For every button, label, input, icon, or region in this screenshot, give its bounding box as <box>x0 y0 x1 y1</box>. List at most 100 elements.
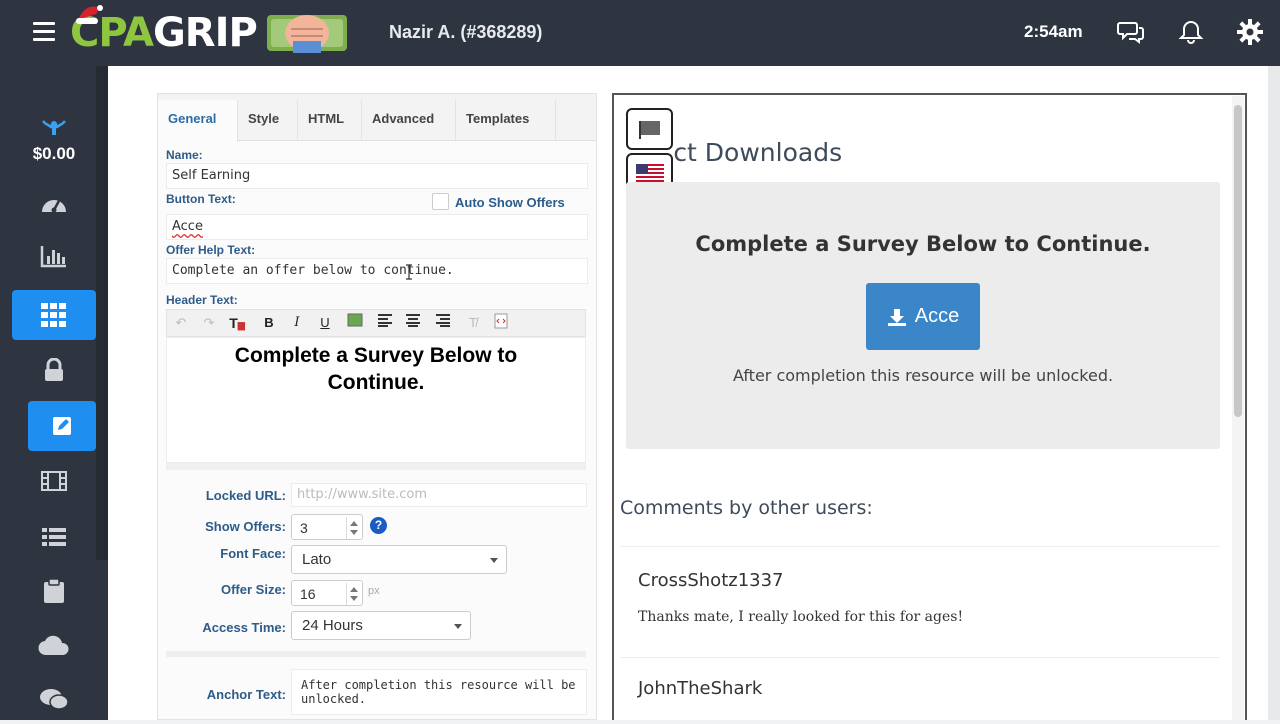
flag-global-button[interactable] <box>626 108 673 150</box>
chat-icon[interactable] <box>1117 18 1145 46</box>
user-name[interactable]: Nazir A. (#368289) <box>389 22 542 43</box>
italic-icon[interactable]: I <box>287 313 307 333</box>
access-time-label: Access Time: <box>202 620 286 635</box>
align-left-icon[interactable] <box>375 313 395 333</box>
grid-icon <box>41 303 66 327</box>
us-flag-icon <box>635 164 664 184</box>
access-time-select[interactable]: 24 Hours <box>291 611 471 640</box>
clipboard-icon <box>44 578 64 603</box>
sidebar-item-cloud[interactable] <box>12 620 96 670</box>
dashboard-icon <box>42 198 66 213</box>
editor-resize-bar[interactable] <box>166 463 586 470</box>
sidebar-item-tools[interactable] <box>12 290 96 340</box>
sidebar-item-lockers[interactable] <box>12 345 96 395</box>
header-text-label: Header Text: <box>166 293 238 307</box>
locked-url-input[interactable]: http://www.site.com <box>291 483 587 507</box>
anchor-text-label: Anchor Text: <box>206 687 286 702</box>
tab-html[interactable]: HTML <box>298 100 362 141</box>
button-text-label: Button Text: <box>166 192 236 206</box>
access-time-value: 24 Hours <box>302 617 363 634</box>
unlock-button[interactable]: Acce <box>866 283 980 350</box>
underline-icon[interactable]: U <box>315 313 335 333</box>
sidebar-item-clipboard[interactable] <box>12 566 96 616</box>
spinner-arrows-icon[interactable] <box>346 583 360 605</box>
locker-subtext: After completion this resource will be u… <box>732 366 1114 385</box>
source-code-icon[interactable] <box>491 313 511 333</box>
chevron-down-icon <box>490 558 498 563</box>
broadcast-icon <box>42 120 66 135</box>
fist-money-icon <box>266 15 347 53</box>
offer-size-stepper[interactable]: 16 <box>291 580 363 606</box>
film-icon <box>41 471 67 491</box>
comment-divider <box>620 546 1220 547</box>
chat-bubbles-icon <box>40 689 69 710</box>
sidebar-item-support[interactable] <box>12 674 96 724</box>
balance[interactable]: $0.00 <box>0 144 108 164</box>
locked-url-label: Locked URL: <box>205 488 286 503</box>
offer-size-label: Offer Size: <box>220 582 286 597</box>
locker-editor: General Style HTML Advanced Templates Na… <box>157 93 597 720</box>
text-cursor-icon <box>406 264 412 280</box>
preview-title-visible: ct Downloads <box>673 138 843 167</box>
download-icon <box>887 308 906 326</box>
bold-icon[interactable]: B <box>259 313 279 333</box>
logo[interactable]: CPAGRIP <box>70 5 349 58</box>
help-icon[interactable]: ? <box>370 517 387 534</box>
align-right-icon[interactable] <box>433 313 453 333</box>
page-scrollbar[interactable] <box>1268 66 1280 720</box>
offer-size-unit: px <box>368 585 380 597</box>
redo-icon[interactable]: ↷ <box>199 313 219 333</box>
clock: 2:54am <box>1024 22 1083 41</box>
sidebar-item-dashboard[interactable] <box>12 178 96 228</box>
menu-icon[interactable] <box>33 22 55 42</box>
sidebar-scrollbar[interactable] <box>96 66 108 560</box>
comment-text: Thanks mate, I really looked for this fo… <box>638 609 964 625</box>
font-face-value: Lato <box>302 551 332 568</box>
logo-grip: GRIP <box>152 10 258 56</box>
offer-help-input[interactable]: Complete an offer below to continue. <box>166 258 588 284</box>
button-text-input[interactable]: Acce <box>166 214 588 240</box>
header-text-line-2: Continue. <box>327 371 425 394</box>
header-text-editor[interactable]: Complete a Survey Below to Continue. <box>166 337 586 463</box>
bell-icon[interactable] <box>1177 18 1205 46</box>
offer-help-label: Offer Help Text: <box>166 243 256 257</box>
comment-author: CrossShotz1337 <box>638 570 784 591</box>
unlock-button-label: Acce <box>914 305 960 327</box>
undo-icon[interactable]: ↶ <box>171 313 191 333</box>
spinner-arrows-icon[interactable] <box>346 517 360 539</box>
font-face-label: Font Face: <box>220 546 286 561</box>
tab-advanced[interactable]: Advanced <box>362 100 456 141</box>
name-input[interactable]: Self Earning <box>166 163 588 189</box>
tab-general[interactable]: General <box>158 100 238 142</box>
image-icon[interactable] <box>345 313 365 333</box>
offer-size-value: 16 <box>300 586 316 602</box>
cloud-icon <box>38 635 69 656</box>
header-text-line-1: Complete a Survey Below to <box>234 344 518 367</box>
auto-show-offers-label: Auto Show Offers <box>455 195 565 210</box>
font-face-select[interactable]: Lato <box>291 545 507 574</box>
font-color-icon[interactable]: T▆ <box>227 313 247 333</box>
sidebar-item-media[interactable] <box>12 456 96 506</box>
chevron-down-icon <box>454 624 462 629</box>
comment-divider <box>620 657 1220 658</box>
bar-chart-icon <box>40 246 66 268</box>
auto-show-offers-checkbox[interactable] <box>432 193 449 210</box>
editor-tabs: General Style HTML Advanced Templates <box>158 94 596 142</box>
sidebar-item-editor[interactable] <box>28 401 96 451</box>
clear-format-icon[interactable]: T̸ <box>463 313 483 333</box>
align-center-icon[interactable] <box>403 313 423 333</box>
sidebar-item-statistics[interactable] <box>12 231 96 281</box>
preview-scrollbar-thumb[interactable] <box>1234 105 1242 417</box>
show-offers-value: 3 <box>300 520 308 536</box>
rich-text-toolbar: ↶ ↷ T▆ B I U T̸ <box>166 309 586 337</box>
edit-icon <box>53 417 71 435</box>
show-offers-stepper[interactable]: 3 <box>291 514 363 540</box>
comments-heading: Comments by other users: <box>620 497 873 519</box>
locker-heading: Complete a Survey Below to Continue. <box>695 232 1151 256</box>
tab-templates[interactable]: Templates <box>456 100 556 141</box>
anchor-text-input[interactable]: After completion this resource will be u… <box>291 669 587 715</box>
sidebar-item-list[interactable] <box>12 512 96 562</box>
show-offers-label: Show Offers: <box>205 519 286 534</box>
tab-style[interactable]: Style <box>238 100 298 141</box>
gear-icon[interactable] <box>1236 18 1264 46</box>
